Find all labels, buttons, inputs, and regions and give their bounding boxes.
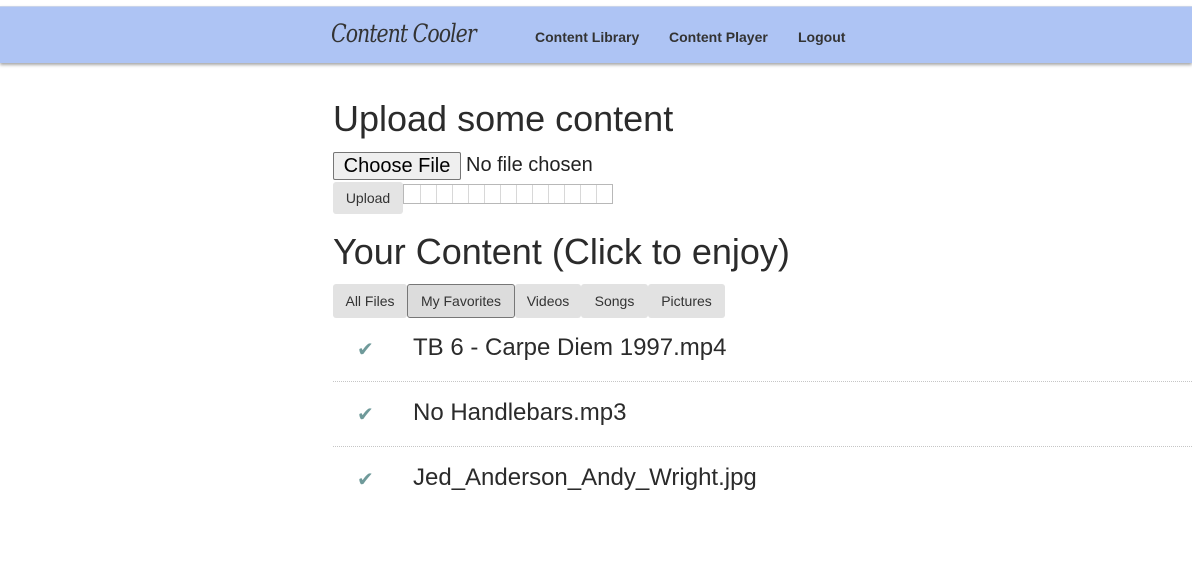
tab-videos[interactable]: Videos [515,284,581,318]
upload-button[interactable]: Upload [333,182,403,214]
upload-heading: Upload some content [333,98,674,139]
file-status-text: No file chosen [466,154,593,176]
progress-segment-divider [564,185,565,203]
progress-segment-divider [420,185,421,203]
tab-songs[interactable]: Songs [581,284,648,318]
tab-all-files[interactable]: All Files [333,284,407,318]
progress-segment-divider [548,185,549,203]
content-heading: Your Content (Click to enjoy) [333,231,790,272]
tab-pictures[interactable]: Pictures [648,284,725,318]
choose-file-button[interactable]: Choose File [333,152,461,180]
content-list-item[interactable]: ✔ TB 6 - Carpe Diem 1997.mp4 [333,317,1192,382]
progress-segment-divider [468,185,469,203]
checkmark-icon: ✔ [357,402,374,426]
content-file-name[interactable]: Jed_Anderson_Andy_Wright.jpg [413,464,757,492]
progress-segment-divider [580,185,581,203]
top-navbar: Content Cooler Content Library Content P… [0,6,1192,63]
progress-segment-divider [452,185,453,203]
content-file-name[interactable]: TB 6 - Carpe Diem 1997.mp4 [413,334,726,362]
content-file-name[interactable]: No Handlebars.mp3 [413,399,626,427]
content-list-item[interactable]: ✔ No Handlebars.mp3 [333,382,1192,447]
tab-my-favorites[interactable]: My Favorites [407,284,515,318]
nav-content-player[interactable]: Content Player [669,29,768,45]
progress-segment-divider [500,185,501,203]
progress-segment-divider [484,185,485,203]
progress-segment-divider [596,185,597,203]
content-list-item[interactable]: ✔ Jed_Anderson_Andy_Wright.jpg [333,447,1192,511]
progress-segment-divider [436,185,437,203]
progress-segment-divider [516,185,517,203]
progress-segment-divider [532,185,533,203]
checkmark-icon: ✔ [357,467,374,491]
upload-progress-bar [403,184,613,204]
nav-content-library[interactable]: Content Library [535,29,639,45]
nav-logout[interactable]: Logout [798,29,845,45]
checkmark-icon: ✔ [357,337,374,361]
brand-logo[interactable]: Content Cooler [331,19,477,48]
content-list: ✔ TB 6 - Carpe Diem 1997.mp4 ✔ No Handle… [333,317,1192,511]
